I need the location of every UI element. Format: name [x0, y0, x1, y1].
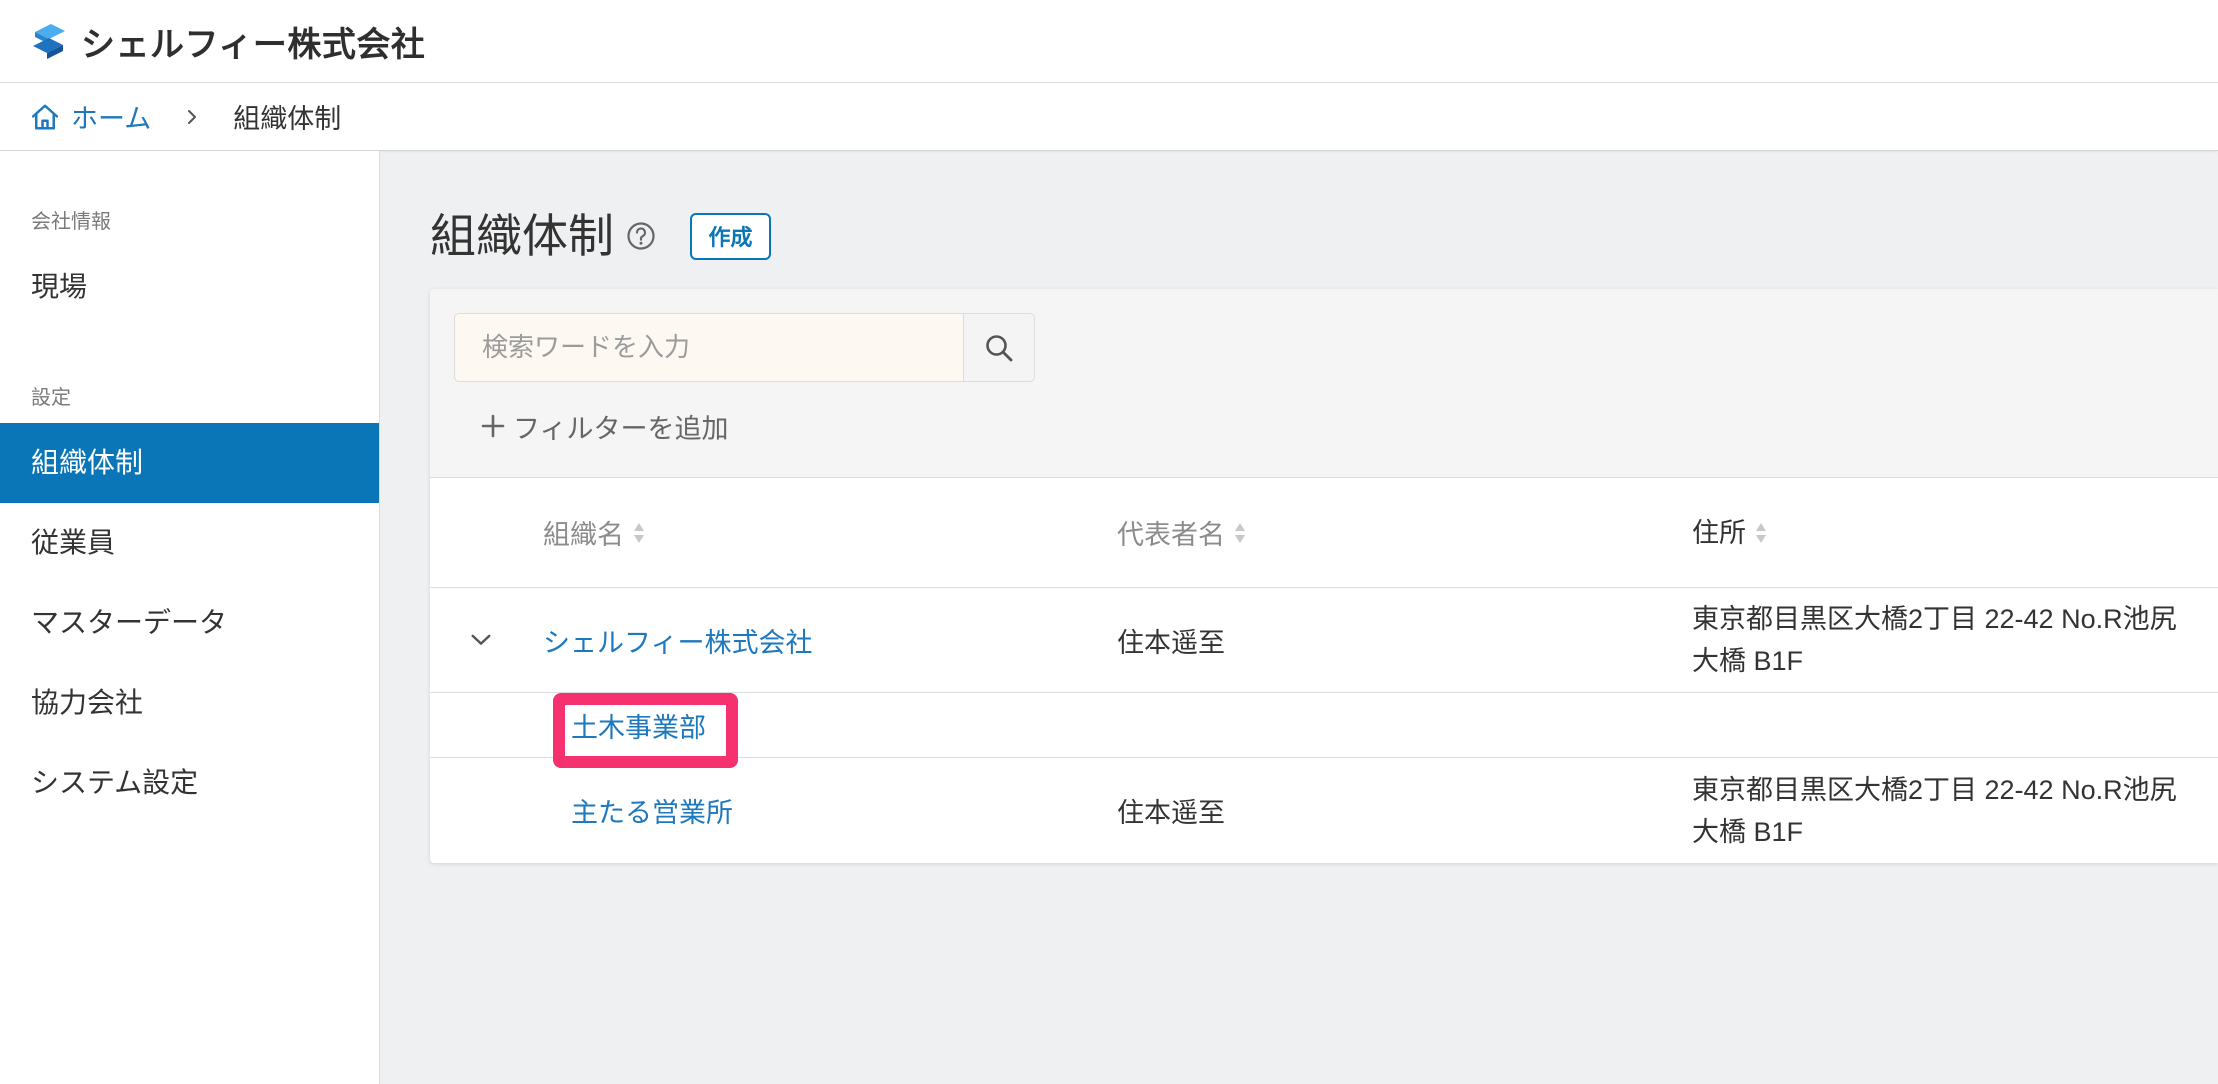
representative-name: 住本遥至 — [1117, 627, 1225, 658]
search-group — [454, 313, 1035, 382]
sidebar-item-employees[interactable]: 従業員 — [0, 503, 379, 583]
column-header-label: 組織名 — [543, 520, 624, 550]
sidebar-item-organization[interactable]: 組織体制 — [0, 423, 379, 503]
organization-name-link[interactable]: 土木事業部 — [571, 706, 706, 745]
organization-name-link[interactable]: 主たる営業所 — [571, 791, 733, 830]
representative-cell: 住本遥至 — [1117, 621, 1692, 660]
question-circle-icon[interactable] — [626, 221, 656, 251]
page-heading: 組織体制 作成 — [430, 208, 771, 264]
company-name: シェルフィー株式会社 — [81, 25, 426, 64]
representative-cell: 住本遥至 — [1117, 791, 1692, 830]
sidebar-section-label: 設定 — [31, 387, 71, 409]
search-button[interactable] — [963, 313, 1035, 382]
sidebar: 会社情報 現場 設定 組織体制 従業員 マスターデータ 協力会社 システム設定 — [0, 151, 380, 1084]
column-header-organization-name[interactable]: 組織名 — [543, 513, 645, 552]
table-row: 主たる営業所 住本遥至 東京都目黒区大橋2丁目 22-42 No.R池尻大橋 B… — [430, 758, 2218, 863]
chevron-down-icon[interactable] — [470, 633, 492, 647]
add-filter-label: フィルターを追加 — [513, 413, 729, 444]
page-title: 組織体制 — [430, 210, 614, 262]
sidebar-section-company-info: 会社情報 現場 — [0, 151, 379, 327]
address-cell: 東京都目黒区大橋2丁目 22-42 No.R池尻大橋 B1F — [1692, 604, 2177, 676]
home-icon — [31, 104, 59, 129]
sidebar-item-master-data[interactable]: マスターデータ — [0, 583, 379, 663]
breadcrumb-home-label: ホーム — [71, 104, 152, 134]
organization-name-cell: シェルフィー株式会社 — [543, 621, 1117, 660]
breadcrumb-home-link[interactable]: ホーム — [30, 97, 151, 136]
sidebar-list: 現場 — [0, 247, 379, 327]
organization-table: 組織名 代表者名 住所 シェルフィー株式会社 住本遥至 東京都目黒区大橋2丁目 … — [430, 478, 2218, 863]
search-area: フィルターを追加 — [430, 289, 2218, 478]
chevron-right-icon — [188, 109, 197, 124]
shelfy-logo-icon — [33, 23, 65, 59]
breadcrumb: ホーム 組織体制 — [0, 83, 2218, 151]
sidebar-section-label: 会社情報 — [31, 211, 111, 233]
sidebar-section-settings: 設定 組織体制 従業員 マスターデータ 協力会社 システム設定 — [0, 327, 379, 823]
create-button[interactable]: 作成 — [690, 212, 771, 260]
add-filter-button[interactable]: フィルターを追加 — [481, 407, 728, 445]
brand-link[interactable]: シェルフィー株式会社 — [31, 17, 425, 66]
table-row: シェルフィー株式会社 住本遥至 東京都目黒区大橋2丁目 22-42 No.R池尻… — [430, 588, 2218, 693]
row-toggle-cell — [430, 633, 543, 647]
organization-name-cell: 土木事業部 — [543, 706, 1117, 745]
sort-icon — [634, 522, 644, 543]
organization-name-cell: 主たる営業所 — [543, 791, 1117, 830]
column-header-address[interactable]: 住所 — [1692, 512, 2202, 554]
sort-icon — [1756, 522, 1766, 543]
column-header-label: 住所 — [1692, 517, 1746, 548]
column-header-label: 代表者名 — [1117, 520, 1225, 550]
app-window: シェルフィー株式会社 ホーム 組織体制 会社情報 現場 設定 組織体制 従業員 … — [0, 0, 2218, 1084]
search-input[interactable] — [454, 313, 963, 382]
organization-name-link[interactable]: シェルフィー株式会社 — [543, 621, 812, 660]
sidebar-item-system-settings[interactable]: システム設定 — [0, 743, 379, 823]
column-cell: 代表者名 — [1117, 513, 1692, 552]
column-cell: 住所 — [1692, 512, 2202, 554]
organization-card: フィルターを追加 組織名 代表者名 — [430, 289, 2218, 863]
sidebar-item-sites[interactable]: 現場 — [0, 247, 379, 327]
sort-icon — [1235, 522, 1245, 543]
column-header-representative[interactable]: 代表者名 — [1117, 513, 1246, 552]
search-icon — [986, 334, 1013, 361]
sidebar-item-partners[interactable]: 協力会社 — [0, 663, 379, 743]
table-header-row: 組織名 代表者名 住所 — [430, 478, 2218, 588]
breadcrumb-current: 組織体制 — [233, 104, 342, 134]
plus-icon — [481, 414, 505, 438]
address-cell: 東京都目黒区大橋2丁目 22-42 No.R池尻大橋 B1F — [1692, 774, 2177, 847]
table-row: 土木事業部 — [430, 693, 2218, 758]
column-cell: 組織名 — [543, 513, 1117, 552]
top-header: シェルフィー株式会社 — [0, 0, 2218, 83]
representative-name: 住本遥至 — [1117, 798, 1225, 828]
sidebar-list: 組織体制 従業員 マスターデータ 協力会社 システム設定 — [0, 423, 379, 823]
